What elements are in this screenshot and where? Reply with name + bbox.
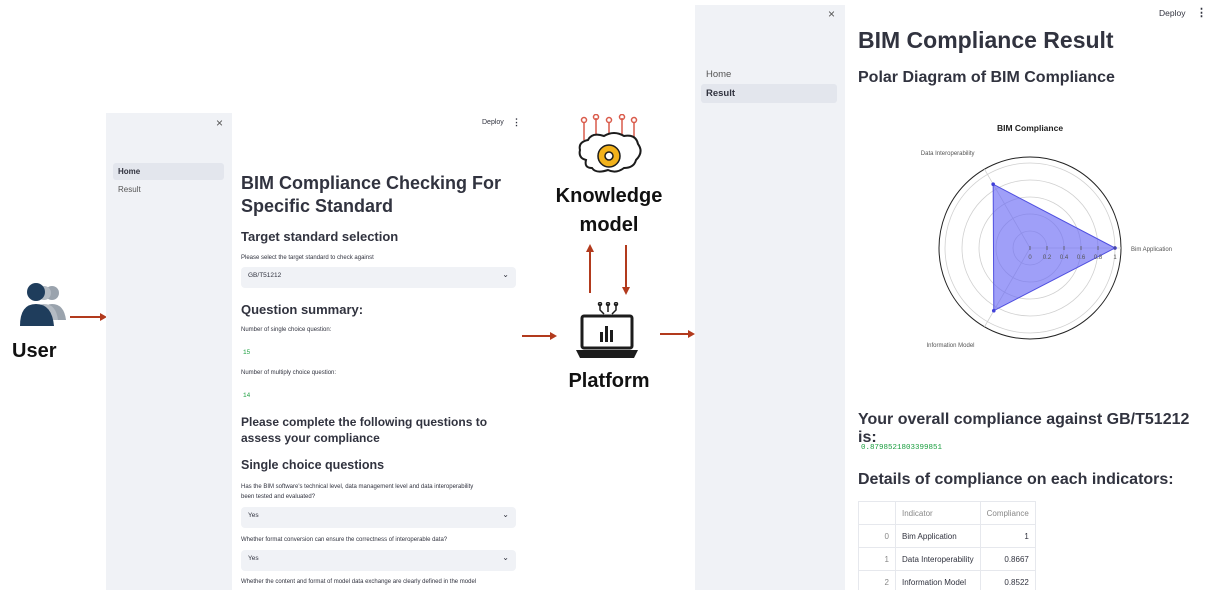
target-standard-value: GB/T51212 <box>248 272 282 279</box>
details-heading: Details of compliance on each indicators… <box>858 471 1174 488</box>
table-cell-compliance: 0.8522 <box>979 570 1036 590</box>
sidebar-item-home[interactable]: Home <box>113 163 224 180</box>
arrow-knowledge-to-platform <box>622 245 630 295</box>
radar-chart: BIM Compliance 0 0.2 0.4 0.6 0.8 1Bim Applica… <box>921 123 1172 349</box>
page-title-line1: BIM Compliance Checking For <box>241 173 502 193</box>
right-sidebar: × Home Result <box>695 5 845 590</box>
chevron-down-icon: ⌄ <box>502 510 509 519</box>
question-2-select[interactable]: Yes ⌄ <box>241 550 516 571</box>
table-cell-indicator: Data Interoperability <box>895 547 981 571</box>
arrow-user-to-app <box>70 313 107 321</box>
sidebar-item-result[interactable]: Result <box>113 181 224 198</box>
page-title-line2: Specific Standard <box>241 196 394 216</box>
question-1-select[interactable]: Yes ⌄ <box>241 507 516 528</box>
table-cell-indicator: Information Model <box>895 570 981 590</box>
target-standard-select[interactable]: GB/T51212 ⌄ <box>241 267 516 288</box>
page-title: BIM Compliance Result <box>858 27 1114 53</box>
radar-tick-label: 0.4 <box>1060 255 1069 261</box>
brain-gear-icon <box>578 114 642 173</box>
laptop-icon <box>576 302 638 358</box>
radar-category-label: Bim Application <box>1131 247 1172 253</box>
radar-category-label: Information Model <box>926 343 974 349</box>
question-1-answer: Yes <box>248 512 259 519</box>
table-cell-indicator: Bim Application <box>895 524 981 548</box>
single-count-label: Number of single choice question: <box>241 327 332 333</box>
sidebar-item-home[interactable]: Home <box>701 65 837 84</box>
table-row: 0 Bim Application 1 <box>858 524 1036 548</box>
left-app-window: × Home Result Deploy ⋮ BIM Compliance Ch… <box>106 113 524 590</box>
menu-icon[interactable]: ⋮ <box>1196 6 1207 19</box>
left-sidebar: × Home Result <box>106 113 232 590</box>
single-count-value: 15 <box>243 349 251 356</box>
user-icon <box>20 283 66 326</box>
radar-tick-label: 0.8 <box>1094 255 1103 261</box>
overall-heading: Your overall compliance against GB/T5121… <box>858 411 1190 446</box>
overall-value: 0.8798521803399851 <box>861 444 943 452</box>
table-header-compliance: Compliance <box>979 501 1036 525</box>
compliance-table: Indicator Compliance 0 Bim Application 1… <box>858 501 1036 590</box>
radar-point <box>991 308 996 313</box>
table-row: 1 Data Interoperability 0.8667 <box>858 547 1036 571</box>
polar-heading: Polar Diagram of BIM Compliance <box>858 69 1115 86</box>
question-1-line1: Has the BIM software's technical level, … <box>241 484 474 490</box>
complete-heading-line2: assess your compliance <box>241 431 380 445</box>
multi-count-value: 14 <box>243 392 251 399</box>
arrow-platform-to-result <box>660 330 695 338</box>
close-icon[interactable]: × <box>828 7 835 21</box>
user-label: User <box>12 340 57 362</box>
user-group: User <box>8 280 72 370</box>
chart-title: BIM Compliance <box>997 123 1063 133</box>
deploy-button[interactable]: Deploy <box>482 119 504 126</box>
radar-category-label: Data Interoperability <box>921 151 975 157</box>
table-header-index <box>858 501 896 525</box>
knowledge-model-line2: model <box>579 214 639 236</box>
target-standard-prompt: Please select the target standard to che… <box>241 255 374 261</box>
close-icon[interactable]: × <box>216 116 223 130</box>
chevron-down-icon: ⌄ <box>502 553 509 562</box>
table-header-indicator: Indicator <box>895 501 981 525</box>
complete-heading-line1: Please complete the following questions … <box>241 415 488 429</box>
right-app-window: × Home Result Deploy ⋮ BIM Compliance Re… <box>695 5 1212 590</box>
table-cell-compliance: 1 <box>979 524 1036 548</box>
radar-point <box>991 182 995 187</box>
multi-count-label: Number of multiply choice question: <box>241 370 337 376</box>
table-cell-index: 2 <box>858 570 896 590</box>
menu-icon[interactable]: ⋮ <box>512 117 521 128</box>
deploy-button[interactable]: Deploy <box>1159 8 1185 18</box>
table-cell-compliance: 0.8667 <box>979 547 1036 571</box>
table-row: 2 Information Model 0.8522 <box>858 570 1036 590</box>
table-cell-index: 0 <box>858 524 896 548</box>
platform-label: Platform <box>568 370 650 392</box>
question-3: Whether the content and format of model … <box>241 579 477 585</box>
question-2: Whether format conversion can ensure the… <box>241 537 448 543</box>
question-2-answer: Yes <box>248 555 259 562</box>
chevron-down-icon: ⌄ <box>502 270 509 279</box>
target-standard-heading: Target standard selection <box>241 229 399 244</box>
single-choice-heading: Single choice questions <box>241 458 385 472</box>
question-summary-heading: Question summary: <box>241 302 364 317</box>
arrow-app-to-platform <box>522 332 557 340</box>
table-header-row: Indicator Compliance <box>858 501 1036 525</box>
radar-tick-label: 0.2 <box>1043 255 1052 261</box>
sidebar-item-result[interactable]: Result <box>701 84 837 103</box>
question-1-line2: been tested and evaluated? <box>241 494 316 500</box>
arrow-platform-to-knowledge <box>586 244 594 293</box>
radar-tick-label: 0.6 <box>1077 255 1086 261</box>
radar-tick-label: 1 <box>1113 255 1117 261</box>
table-cell-index: 1 <box>858 547 896 571</box>
knowledge-model-line1: Knowledge <box>555 185 663 207</box>
